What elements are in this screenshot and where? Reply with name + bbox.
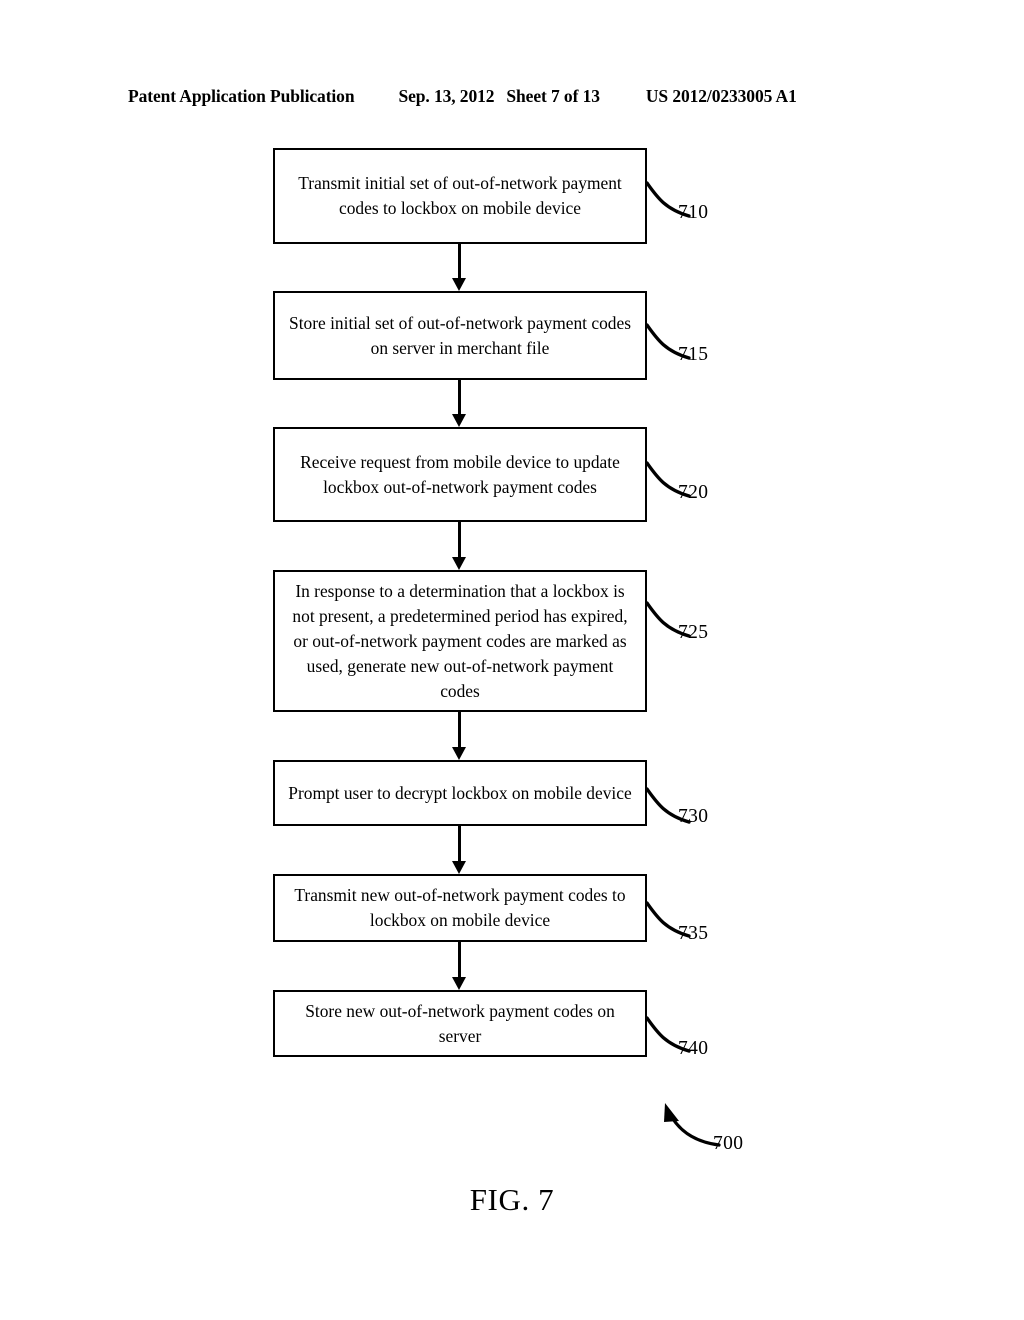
flow-step-725-label: In response to a determination that a lo… <box>292 580 628 701</box>
ref-numeral-710: 710 <box>678 202 709 223</box>
connector-730-to-735 <box>452 826 466 874</box>
ref-numeral-735: 735 <box>678 923 709 944</box>
flow-step-710: Transmit initial set of out-of-network p… <box>273 148 647 244</box>
connector-710-to-715 <box>452 244 466 291</box>
figure-reference-numeral: 700 <box>713 1133 744 1154</box>
ref-numeral-740: 740 <box>678 1038 709 1059</box>
flowchart-diagram: Transmit initial set of out-of-network p… <box>0 0 1024 1320</box>
connector-715-to-720 <box>452 380 466 427</box>
flow-step-715-label: Store initial set of out-of-network paym… <box>289 312 631 358</box>
flow-step-710-label: Transmit initial set of out-of-network p… <box>298 173 622 218</box>
ref-numeral-725: 725 <box>678 622 709 643</box>
ref-numeral-730: 730 <box>678 806 709 827</box>
ref-numeral-715: 715 <box>678 344 709 365</box>
ref-numeral-720: 720 <box>678 482 709 503</box>
connector-725-to-730 <box>452 712 466 760</box>
flow-step-730-label: Prompt user to decrypt lockbox on mobile… <box>288 782 632 803</box>
flow-step-720: Receive request from mobile device to up… <box>273 427 647 522</box>
flow-step-725: In response to a determination that a lo… <box>273 570 647 712</box>
figure-caption: FIG. 7 <box>469 1182 555 1217</box>
connector-735-to-740 <box>452 942 466 990</box>
flow-step-735: Transmit new out-of-network payment code… <box>273 874 647 942</box>
flow-step-715: Store initial set of out-of-network paym… <box>273 291 647 380</box>
connector-720-to-725 <box>452 522 466 570</box>
flow-step-740-label: Store new out-of-network payment codes o… <box>305 1000 615 1046</box>
flow-step-735-label: Transmit new out-of-network payment code… <box>294 885 626 930</box>
flow-step-730: Prompt user to decrypt lockbox on mobile… <box>273 760 647 826</box>
flow-step-740: Store new out-of-network payment codes o… <box>273 990 647 1057</box>
flow-step-720-label: Receive request from mobile device to up… <box>300 451 620 497</box>
